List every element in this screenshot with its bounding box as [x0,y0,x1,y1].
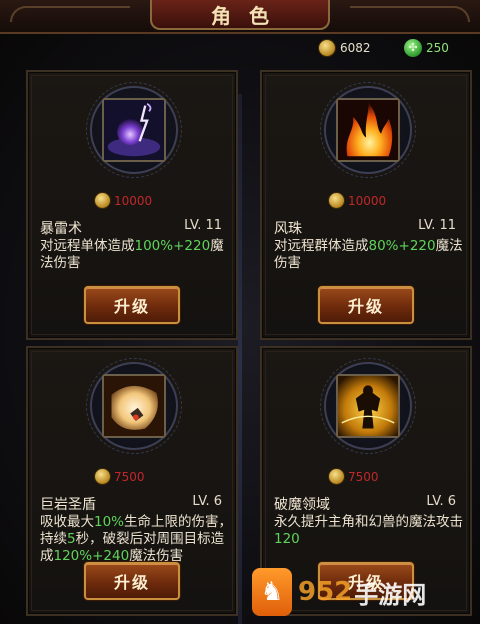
skill-description: 对远程单体造成100%+220魔法伤害 [40,238,234,272]
skill-name: 巨岩圣盾 [40,497,96,513]
skill-description: 永久提升主角和幻兽的魔法攻击120 [274,514,468,548]
horse-logo-icon: ♞ [252,568,292,616]
skill-icon-frame [86,82,182,178]
coin-amount: 6082 [340,41,371,55]
skill-level: LV. 11 [418,218,456,233]
desc-value: 5 [67,531,76,547]
skill-cost: 7500 [94,468,145,485]
desc-value: 80%+220 [368,238,436,254]
coin-balance: 6082 [318,38,371,58]
skill-name: 风珠 [274,221,302,237]
desc-text: 吸收最大 [40,514,94,530]
skill-card-2: 10000 风珠 LV. 11 对远程群体造成80%+220魔法伤害 升级 [260,70,472,340]
lightning-orb-icon[interactable] [102,98,166,162]
skill-description: 吸收最大10%生命上限的伤害，持续5秒，破裂后对周围目标造成120%+240魔法… [40,514,234,565]
skill-icon-frame [320,358,416,454]
desc-text: 对远程群体造成 [274,238,369,254]
gold-coin-icon [318,39,336,57]
clover-gem-icon: ✣ [404,39,422,57]
skill-icon-frame [86,358,182,454]
desc-value: 100%+220 [134,238,211,254]
gold-coin-icon [94,468,111,485]
upgrade-button[interactable]: 升级 [318,286,414,324]
top-bar: 角色 [0,0,480,34]
skill-level: LV. 11 [184,218,222,233]
upgrade-button[interactable]: 升级 [84,286,180,324]
header-ornament-right [350,6,470,22]
cost-amount: 7500 [348,469,379,484]
skill-cost: 10000 [328,192,386,209]
gem-amount: 250 [426,41,449,55]
desc-value: 10% [94,514,125,530]
desc-text: 永久提升主角和幻兽的魔法攻击 [274,514,463,530]
desc-value: 120 [274,531,300,547]
upgrade-button[interactable]: 升级 [84,562,180,600]
header-ornament-left [10,6,130,22]
skill-cost: 7500 [328,468,379,485]
gold-coin-icon [94,192,111,209]
cost-amount: 10000 [114,193,153,208]
magic-domain-icon[interactable] [336,374,400,438]
gold-coin-icon [328,468,345,485]
skill-cost: 10000 [94,192,152,209]
watermark-number: 952 [298,577,353,607]
skill-description: 对远程群体造成80%+220魔法伤害 [274,238,468,272]
gem-balance: ✣ 250 [404,38,449,58]
skill-card-1: 10000 暴雷术 LV. 11 对远程单体造成100%+220魔法伤害 升级 [26,70,238,340]
skill-name: 暴雷术 [40,221,82,237]
skill-card-3: 7500 巨岩圣盾 LV. 6 吸收最大10%生命上限的伤害，持续5秒，破裂后对… [26,346,238,616]
skill-level: LV. 6 [192,494,222,509]
rock-shield-icon[interactable] [102,374,166,438]
cost-amount: 7500 [114,469,145,484]
panel-divider [238,94,242,624]
cost-amount: 10000 [348,193,387,208]
title-banner: 角色 [150,0,330,30]
gold-coin-icon [328,192,345,209]
watermark-label: 手游网 [354,580,427,609]
skill-name: 破魔领域 [274,497,330,513]
watermark: ♞ 952 手游网 [252,560,480,624]
skill-level: LV. 6 [426,494,456,509]
desc-text: 对远程单体造成 [40,238,135,254]
flame-icon[interactable] [336,98,400,162]
page-title: 角色 [211,3,287,28]
skill-icon-frame [320,82,416,178]
